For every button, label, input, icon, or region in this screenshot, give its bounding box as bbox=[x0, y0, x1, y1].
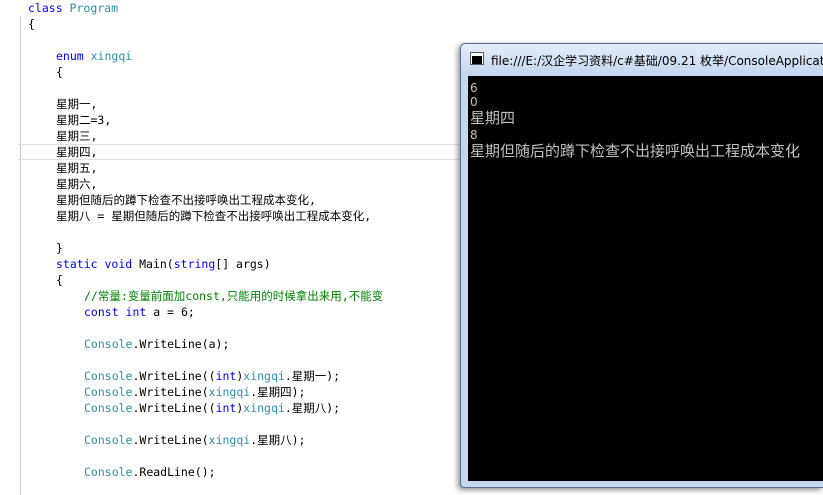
code-line[interactable]: Console.WriteLine(a); bbox=[84, 336, 229, 352]
console-output-line: 6 bbox=[470, 81, 478, 95]
code-token: const bbox=[84, 305, 126, 319]
editor-gutter bbox=[0, 0, 18, 495]
code-token: .星期八); bbox=[284, 401, 341, 415]
code-line[interactable]: 星期三, bbox=[56, 128, 97, 144]
code-token: .WriteLine( bbox=[132, 433, 209, 447]
code-token: static bbox=[56, 257, 105, 271]
console-window[interactable]: file:///E:/汉企学习资料/c#基础/09.21 枚举/ConsoleA… bbox=[460, 43, 823, 488]
code-token: [] args) bbox=[215, 257, 271, 271]
code-token: .ReadLine(); bbox=[132, 465, 216, 479]
code-line[interactable]: //常量:变量前面加const,只能用的时候拿出来用,不能变 bbox=[84, 288, 383, 304]
code-token: string bbox=[173, 257, 216, 271]
code-token: 星期八 = 星期但随后的蹲下检查不出接呼唤出工程成本变化, bbox=[56, 209, 372, 223]
code-token: xingqi bbox=[243, 401, 285, 415]
code-token: { bbox=[56, 65, 63, 79]
code-token: .WriteLine( bbox=[132, 385, 209, 399]
code-token: Console bbox=[84, 369, 133, 383]
code-line[interactable]: enum xingqi bbox=[56, 48, 132, 64]
console-output-line: 0 bbox=[470, 95, 478, 109]
code-line[interactable]: { bbox=[56, 64, 63, 80]
code-token: .星期八); bbox=[250, 433, 306, 447]
code-line[interactable]: 星期一, bbox=[56, 96, 97, 112]
code-token: int bbox=[215, 369, 237, 383]
code-token: .WriteLine(( bbox=[132, 401, 216, 415]
code-line[interactable]: const int a = 6; bbox=[84, 304, 195, 320]
code-line[interactable]: class Program bbox=[28, 0, 118, 16]
code-token: xingqi bbox=[208, 385, 251, 399]
code-token: Console bbox=[84, 465, 133, 479]
code-line[interactable]: Console.WriteLine((int)xingqi.星期一); bbox=[84, 368, 340, 384]
code-token: { bbox=[28, 17, 35, 31]
console-title: file:///E:/汉企学习资料/c#基础/09.21 枚举/ConsoleA… bbox=[491, 54, 823, 68]
console-output-line: 星期但随后的蹲下检查不出接呼唤出工程成本变化 bbox=[470, 142, 801, 160]
code-line[interactable]: Console.WriteLine(xingqi.星期八); bbox=[84, 432, 305, 448]
console-output-line: 8 bbox=[470, 128, 478, 142]
code-token: Console bbox=[84, 337, 133, 351]
code-token: 星期一, bbox=[56, 97, 98, 111]
console-app-icon[interactable] bbox=[470, 52, 484, 65]
code-token: } bbox=[56, 241, 63, 255]
code-token: Console bbox=[84, 433, 133, 447]
code-token: 星期五, bbox=[56, 161, 98, 175]
code-token: 星期二=3, bbox=[56, 113, 112, 127]
code-token: .星期一); bbox=[284, 369, 341, 383]
code-line[interactable]: Console.ReadLine(); bbox=[84, 464, 216, 480]
code-line[interactable]: static void Main(string[] args) bbox=[56, 256, 271, 272]
code-token: xingqi bbox=[243, 369, 285, 383]
code-line[interactable]: { bbox=[28, 16, 35, 32]
code-token: Console bbox=[84, 401, 133, 415]
code-line[interactable]: 星期但随后的蹲下检查不出接呼唤出工程成本变化, bbox=[56, 192, 316, 208]
code-token: Program bbox=[69, 1, 119, 15]
code-line[interactable]: 星期五, bbox=[56, 160, 97, 176]
code-token: .WriteLine(a); bbox=[132, 337, 230, 351]
outline-guide bbox=[20, 16, 21, 495]
code-line[interactable]: Console.WriteLine(xingqi.星期四); bbox=[84, 384, 305, 400]
code-token: 星期六, bbox=[56, 177, 98, 191]
code-token: class bbox=[28, 1, 70, 15]
code-token: 星期但随后的蹲下检查不出接呼唤出工程成本变化, bbox=[56, 193, 316, 207]
code-line[interactable]: 星期八 = 星期但随后的蹲下检查不出接呼唤出工程成本变化, bbox=[56, 208, 371, 224]
code-token: Console bbox=[84, 385, 133, 399]
code-token: int bbox=[125, 305, 154, 319]
code-token: xingqi bbox=[208, 433, 251, 447]
code-token: //常量:变量前面加const,只能用的时候拿出来用,不能变 bbox=[84, 289, 384, 303]
console-titlebar[interactable]: file:///E:/汉企学习资料/c#基础/09.21 枚举/ConsoleA… bbox=[461, 44, 823, 76]
code-token: Main( bbox=[139, 257, 174, 271]
code-token: { bbox=[56, 273, 63, 287]
code-line[interactable]: 星期四, bbox=[56, 144, 97, 160]
code-token: .WriteLine(( bbox=[132, 369, 216, 383]
code-token: void bbox=[104, 257, 140, 271]
code-line[interactable]: } bbox=[56, 240, 63, 256]
code-token: 星期四, bbox=[56, 145, 98, 159]
code-token: .星期四); bbox=[250, 385, 306, 399]
console-output-line: 星期四 bbox=[470, 109, 516, 127]
code-line[interactable]: Console.WriteLine((int)xingqi.星期八); bbox=[84, 400, 340, 416]
console-output-area[interactable]: 6 0 星期四 8 星期但随后的蹲下检查不出接呼唤出工程成本变化 bbox=[468, 76, 823, 481]
code-token: enum bbox=[56, 49, 91, 63]
code-line[interactable]: { bbox=[56, 272, 63, 288]
code-token: int bbox=[215, 401, 237, 415]
code-token: 星期三, bbox=[56, 129, 98, 143]
code-line[interactable]: 星期二=3, bbox=[56, 112, 111, 128]
code-token: xingqi bbox=[90, 49, 133, 63]
code-token: a = 6; bbox=[153, 305, 195, 319]
code-line[interactable]: 星期六, bbox=[56, 176, 97, 192]
